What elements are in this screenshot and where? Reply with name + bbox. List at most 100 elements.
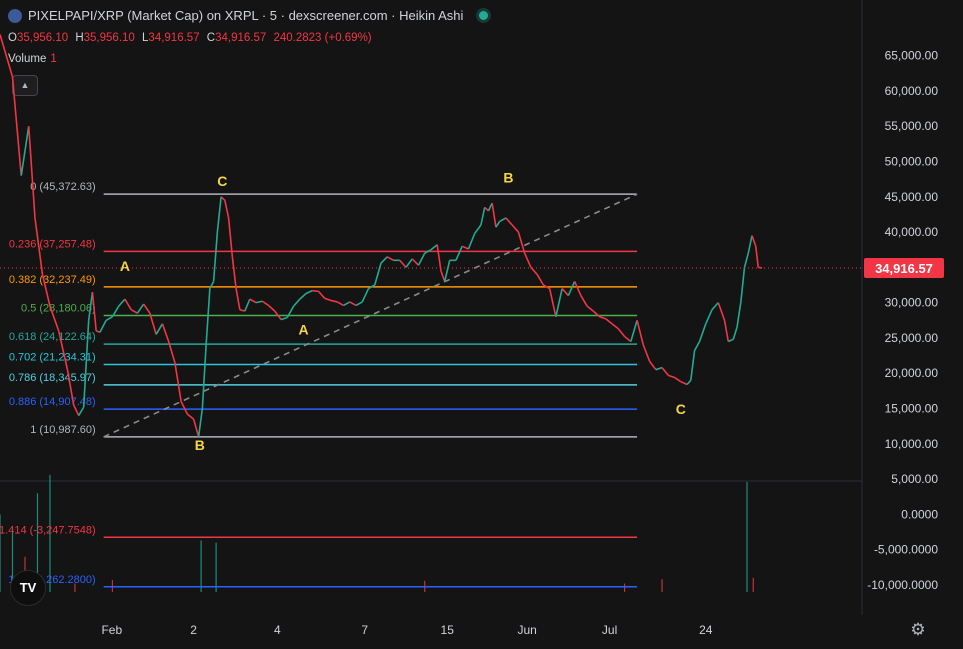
price-segment <box>349 301 357 307</box>
price-segment <box>212 232 219 282</box>
price-segment <box>317 290 326 299</box>
price-segment <box>599 316 607 320</box>
price-segment <box>255 300 263 304</box>
price-segment <box>174 362 182 402</box>
price-segment <box>268 304 276 312</box>
price-segment <box>380 256 388 264</box>
price-segment <box>505 217 513 226</box>
wave-label: A <box>120 258 130 274</box>
x-tick-label: 2 <box>190 623 197 637</box>
price-segment <box>124 298 132 311</box>
price-segment <box>474 224 482 234</box>
price-segment <box>142 303 151 314</box>
price-segment <box>739 267 746 303</box>
price-segment <box>727 338 734 343</box>
price-segment <box>299 292 307 300</box>
price-segment <box>517 231 526 254</box>
price-segment <box>216 196 222 233</box>
price-segment <box>235 288 241 310</box>
price-segment <box>611 323 619 330</box>
price-segment <box>336 301 344 307</box>
x-tick-label: Jul <box>602 623 617 637</box>
fib-level-label: 0.5 (28,180.06) <box>21 302 96 314</box>
y-tick-label: 10,000.00 <box>885 437 939 451</box>
price-segment <box>461 245 469 250</box>
price-segment <box>361 288 370 303</box>
price-segment <box>161 323 170 342</box>
wave-label: B <box>503 170 513 186</box>
price-segment <box>717 302 726 321</box>
price-segment <box>523 252 532 268</box>
price-segment <box>561 288 569 297</box>
price-segment <box>605 318 613 325</box>
price-segment <box>698 323 707 342</box>
price-segment <box>130 309 138 314</box>
price-segment <box>536 274 545 286</box>
price-segment <box>192 418 200 437</box>
price-segment <box>386 256 394 262</box>
wave-label: C <box>676 401 686 417</box>
price-segment <box>440 270 446 282</box>
price-segment <box>573 281 582 296</box>
price-segment <box>244 298 251 312</box>
price-segment <box>373 262 382 286</box>
price-segment <box>136 303 145 314</box>
price-segment <box>548 288 557 317</box>
price-segment <box>630 320 638 342</box>
y-tick-label: 55,000.00 <box>885 119 939 133</box>
price-segment <box>723 320 730 342</box>
price-segment <box>686 379 692 386</box>
price-segment <box>480 207 486 226</box>
price-segment <box>20 126 30 176</box>
price-segment <box>736 302 742 328</box>
price-segment <box>680 380 688 386</box>
price-segment <box>555 288 563 317</box>
price-segment <box>324 297 332 302</box>
price-segment <box>355 301 363 307</box>
price-segment <box>205 288 211 346</box>
price-chart[interactable]: 65,000.00 60,000.00 55,000.00 50,000.00 45,0… <box>0 0 963 649</box>
price-segment <box>343 301 351 307</box>
y-tick-label: 45,000.00 <box>885 190 939 204</box>
price-segment <box>711 302 719 311</box>
price-segment <box>312 289 319 293</box>
price-segment <box>690 350 696 381</box>
price-segment <box>743 253 750 268</box>
x-tick-label: Feb <box>101 623 122 637</box>
gear-icon[interactable]: ⚙ <box>908 620 928 640</box>
wave-label: B <box>195 437 205 453</box>
y-tick-label: 25,000.00 <box>885 331 939 345</box>
price-segment <box>305 289 313 295</box>
price-segment <box>11 76 23 176</box>
price-segment <box>747 235 753 254</box>
price-segment <box>224 200 230 219</box>
fib-level-label: 0 (45,372.63) <box>30 181 95 193</box>
price-segment <box>78 406 85 416</box>
price-segment <box>330 299 338 303</box>
y-tick-label: 50,000.00 <box>885 155 939 169</box>
fib-level-label: 0.236 (37,257.48) <box>9 238 96 250</box>
fib-level-label: 0.886 (14,907.48) <box>9 396 96 408</box>
y-tick-label: -10,000.0000 <box>867 578 938 592</box>
price-segment <box>180 401 189 415</box>
price-segment <box>292 298 301 307</box>
price-segment <box>249 298 257 304</box>
price-segment <box>95 330 101 334</box>
y-tick-label: 65,000.00 <box>885 49 939 63</box>
price-segment <box>636 320 645 346</box>
y-tick-label: 60,000.00 <box>885 84 939 98</box>
price-segment <box>674 376 682 383</box>
price-segment <box>27 126 36 219</box>
price-segment <box>261 300 270 307</box>
fib-level-label: 1 (10,987.60) <box>30 424 95 436</box>
price-segment <box>443 260 451 282</box>
price-segment <box>648 360 657 371</box>
price-segment <box>118 298 126 307</box>
wave-label: A <box>298 321 308 337</box>
price-segment <box>436 244 442 272</box>
price-segment <box>491 203 497 228</box>
x-tick-label: 7 <box>361 623 368 637</box>
y-tick-label: 20,000.00 <box>885 366 939 380</box>
price-segment <box>280 316 288 321</box>
price-segment <box>511 224 520 233</box>
